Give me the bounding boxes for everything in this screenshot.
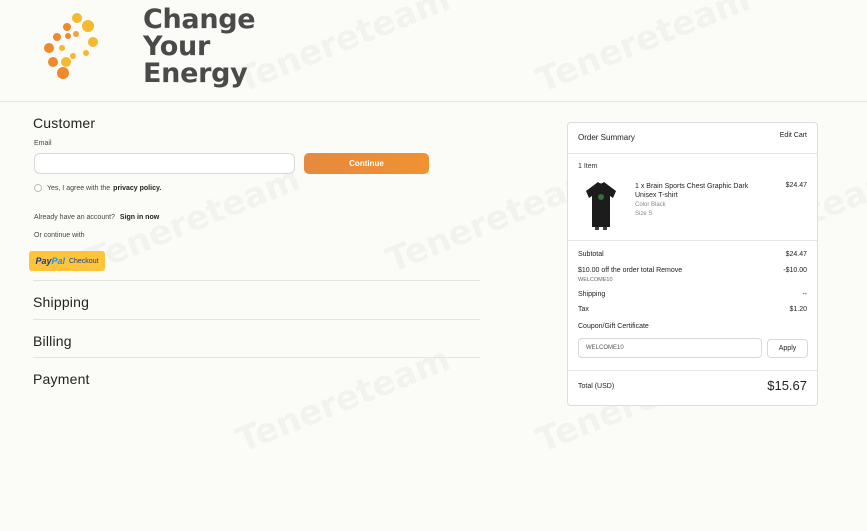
- shipping-value: --: [802, 291, 807, 298]
- order-summary-title: Order Summary: [578, 133, 635, 142]
- order-summary: Order Summary Edit Cart 1 Item 1 x Brain…: [567, 122, 818, 406]
- edit-cart-link[interactable]: Edit Cart: [780, 132, 807, 139]
- tax-label: Tax: [578, 306, 589, 313]
- discount-label: $10.00 off the order total Remove: [578, 267, 683, 274]
- agree-text: Yes, I agree with the: [47, 184, 111, 192]
- subtotal-value: $24.47: [785, 251, 807, 258]
- customer-section-title: Customer: [33, 115, 96, 131]
- tshirt-product-image: [586, 182, 616, 230]
- brand-logo[interactable]: Change Your Energy: [40, 4, 256, 92]
- product-size: Size S: [635, 211, 653, 217]
- privacy-policy-link[interactable]: privacy policy.: [113, 185, 161, 192]
- tax-value: $1.20: [789, 306, 807, 313]
- divider: [568, 370, 817, 371]
- product-price: $24.47: [785, 182, 807, 189]
- site-header: Change Your Energy: [0, 0, 867, 102]
- product-color: Color Black: [635, 202, 666, 208]
- shipping-label: Shipping: [578, 291, 606, 298]
- paypal-checkout-button[interactable]: Pay Pal Checkout: [29, 251, 105, 271]
- divider: [33, 280, 480, 281]
- email-field[interactable]: [34, 153, 295, 174]
- sign-in-link[interactable]: Sign in now: [120, 214, 159, 221]
- privacy-checkbox[interactable]: [34, 184, 42, 192]
- divider: [33, 357, 480, 358]
- total-label: Total (USD): [578, 383, 615, 390]
- paypal-checkout-label: Checkout: [68, 257, 99, 265]
- privacy-agreement: Yes, I agree with the privacy policy.: [34, 184, 161, 192]
- divider: [568, 240, 817, 241]
- continue-with-label: Or continue with: [34, 232, 85, 239]
- discount-code: WELCOME10: [578, 277, 613, 283]
- shipping-section-title[interactable]: Shipping: [33, 294, 89, 310]
- apply-coupon-button[interactable]: Apply: [767, 339, 808, 358]
- coupon-label: Coupon/Gift Certificate: [578, 323, 649, 330]
- energy-dots-icon: [44, 13, 98, 79]
- continue-button[interactable]: Continue: [304, 153, 429, 174]
- paypal-logo-pal: Pal: [51, 256, 65, 266]
- brand-name: Change Your Energy: [143, 4, 256, 89]
- payment-section-title[interactable]: Payment: [33, 371, 90, 387]
- coupon-input[interactable]: WELCOME10: [578, 338, 762, 358]
- email-label: Email: [34, 140, 52, 147]
- product-name: 1 x Brain Sports Chest Graphic Dark Unis…: [635, 183, 749, 199]
- divider: [33, 319, 480, 320]
- order-summary-header: Order Summary Edit Cart: [568, 123, 817, 154]
- discount-value: -$10.00: [783, 267, 807, 274]
- item-count: 1 Item: [578, 163, 598, 170]
- subtotal-label: Subtotal: [578, 251, 604, 258]
- billing-section-title[interactable]: Billing: [33, 333, 72, 349]
- paypal-logo-pay: Pay: [35, 256, 52, 266]
- account-text: Already have an account?: [34, 214, 115, 221]
- account-prompt: Already have an account? Sign in now: [34, 214, 159, 221]
- total-value: $15.67: [767, 378, 807, 393]
